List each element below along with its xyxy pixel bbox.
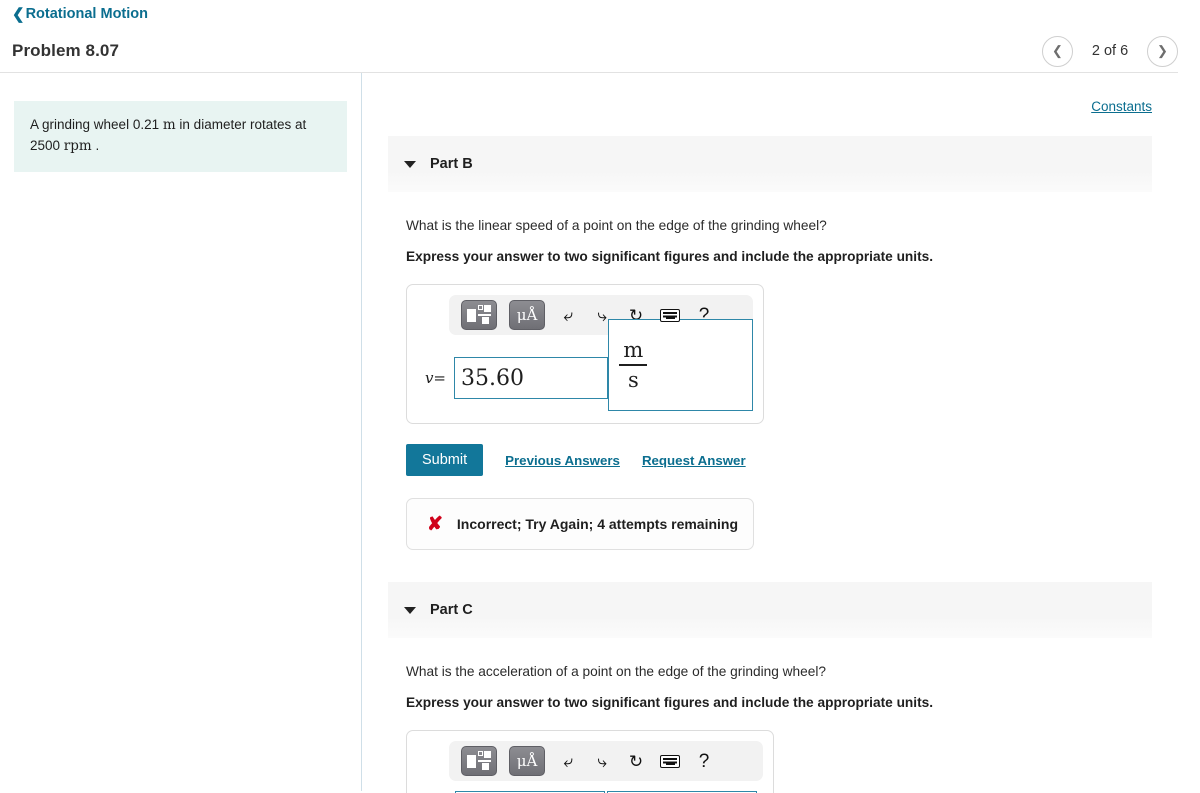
undo-icon[interactable]: ⤶ xyxy=(557,753,579,770)
chevron-left-icon: ❮ xyxy=(1052,43,1063,58)
unit-meter: m xyxy=(162,117,176,133)
part-header-b[interactable]: Part B xyxy=(388,136,1152,192)
math-template-icon[interactable] xyxy=(461,300,497,330)
prev-problem-button[interactable]: ❮ xyxy=(1042,35,1073,67)
units-icon[interactable]: μÅ xyxy=(509,300,545,330)
part-b-variable-label: v= xyxy=(421,369,454,387)
chevron-right-icon: ❯ xyxy=(1157,43,1168,58)
caret-down-icon[interactable] xyxy=(404,606,416,614)
parts-pane: Constants Part B What is the linear spee… xyxy=(362,73,1200,793)
part-b-feedback: ✘ Incorrect; Try Again; 4 attempts remai… xyxy=(406,498,754,550)
undo-icon[interactable]: ⤶ xyxy=(557,307,579,324)
part-b-input-row: v= 35.60 m s xyxy=(417,319,753,411)
math-template-icon[interactable] xyxy=(461,746,497,776)
content-area: A grinding wheel 0.21 m in diameter rota… xyxy=(0,73,1200,793)
submit-button[interactable]: Submit xyxy=(406,444,484,476)
part-header-c[interactable]: Part C xyxy=(388,582,1152,638)
page-title: Problem 8.07 xyxy=(12,41,120,60)
part-b-answer-box: μÅ ⤶ ⤷ ↻ ? v= 35.60 m s xyxy=(406,284,764,424)
problem-statement-pane: A grinding wheel 0.21 m in diameter rota… xyxy=(0,73,362,791)
part-c-question: What is the acceleration of a point on t… xyxy=(406,664,827,679)
problem-statement: A grinding wheel 0.21 m in diameter rota… xyxy=(14,101,347,173)
part-c-answer-box: μÅ ⤶ ⤷ ↻ ? aR= Value Units xyxy=(406,730,774,793)
part-b-value-text: 35.60 xyxy=(461,365,524,391)
request-answer-link[interactable]: Request Answer xyxy=(642,453,746,468)
pager-count-label: 2 of 6 xyxy=(1091,43,1129,59)
part-c-instruction: Express your answer to two significant f… xyxy=(406,695,934,710)
constants-link[interactable]: Constants xyxy=(1091,99,1152,114)
next-problem-button[interactable]: ❯ xyxy=(1147,35,1178,67)
problem-header: Problem 8.07 ❮ 2 of 6 ❯ xyxy=(0,24,1200,72)
units-denominator: s xyxy=(627,367,639,392)
part-b-actions: Submit Previous Answers Request Answer xyxy=(406,444,1200,476)
part-b-label: Part B xyxy=(430,156,473,172)
equals-sign: = xyxy=(433,369,446,387)
units-icon[interactable]: μÅ xyxy=(509,746,545,776)
constants-row: Constants xyxy=(362,73,1200,114)
part-b-units-input[interactable]: m s xyxy=(608,319,753,411)
breadcrumb: ❮ Rotational Motion xyxy=(0,0,1200,24)
breadcrumb-back-link[interactable]: ❮ Rotational Motion xyxy=(12,6,148,22)
help-icon[interactable]: ? xyxy=(693,752,715,771)
part-b-value-input[interactable]: 35.60 xyxy=(454,357,609,399)
x-mark-icon: ✘ xyxy=(427,513,443,535)
keyboard-icon[interactable] xyxy=(659,308,681,322)
keyboard-icon[interactable] xyxy=(659,754,681,768)
chevron-left-icon: ❮ xyxy=(12,5,25,23)
problem-pager: ❮ 2 of 6 ❯ xyxy=(1042,35,1178,67)
units-fraction: m s xyxy=(619,337,648,392)
units-icon-label: μÅ xyxy=(516,305,538,324)
units-numerator: m xyxy=(623,337,644,362)
units-icon-label: μÅ xyxy=(516,751,538,770)
breadcrumb-label: Rotational Motion xyxy=(25,6,148,22)
redo-icon[interactable]: ⤷ xyxy=(591,753,613,770)
part-c-label: Part C xyxy=(430,602,473,618)
part-c-toolbar: μÅ ⤶ ⤷ ↻ ? xyxy=(449,741,763,781)
unit-rpm: rpm xyxy=(63,137,92,154)
feedback-text: Incorrect; Try Again; 4 attempts remaini… xyxy=(456,516,739,532)
fraction-bar xyxy=(619,364,648,366)
caret-down-icon[interactable] xyxy=(404,160,416,168)
reset-icon[interactable]: ↻ xyxy=(625,753,647,770)
part-b-question: What is the linear speed of a point on t… xyxy=(406,218,827,233)
part-b-instruction: Express your answer to two significant f… xyxy=(406,249,934,264)
previous-answers-link[interactable]: Previous Answers xyxy=(505,453,620,468)
